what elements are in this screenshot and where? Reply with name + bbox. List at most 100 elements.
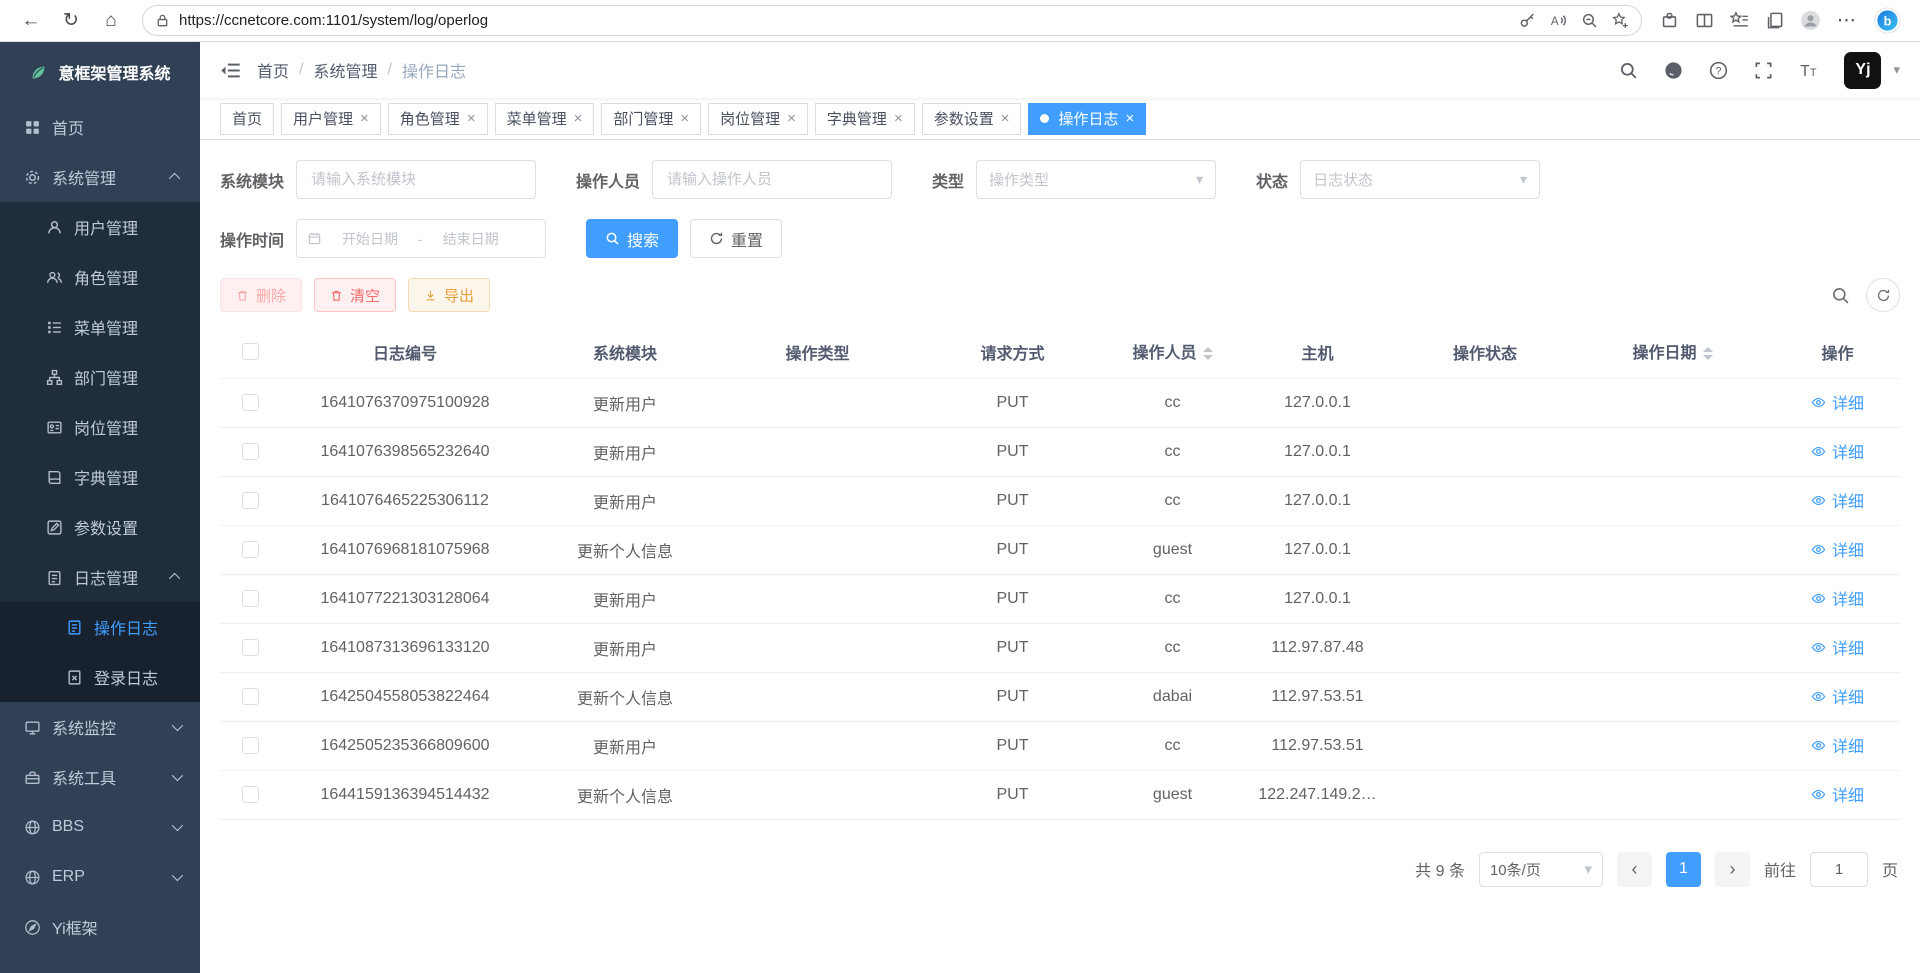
detail-link[interactable]: 详细 <box>1811 537 1864 561</box>
page-size-select[interactable]: 10条/页 ▾ <box>1479 852 1603 887</box>
tab-param-settings[interactable]: 参数设置× <box>922 103 1022 135</box>
search-icon[interactable] <box>1619 61 1638 80</box>
user-avatar[interactable]: Yj <box>1844 52 1881 89</box>
tab-user-mgmt[interactable]: 用户管理× <box>281 103 381 135</box>
export-button[interactable]: 导出 <box>408 278 490 312</box>
table-refresh-icon[interactable] <box>1866 278 1900 312</box>
row-checkbox[interactable] <box>242 590 259 607</box>
detail-link[interactable]: 详细 <box>1811 390 1864 414</box>
status-select[interactable]: 日志状态 ▾ <box>1300 160 1540 199</box>
sidebar-item-departments[interactable]: 部门管理 <box>0 352 200 402</box>
next-page-button[interactable]: › <box>1715 852 1750 887</box>
page-number-button[interactable]: 1 <box>1666 852 1701 887</box>
start-date-input[interactable] <box>328 231 412 247</box>
breadcrumb-home[interactable]: 首页 <box>257 58 289 82</box>
date-range-picker[interactable]: - <box>296 219 546 258</box>
sidebar-item-login-log[interactable]: 登录日志 <box>0 652 200 702</box>
row-checkbox[interactable] <box>242 639 259 656</box>
browser-menu-icon[interactable]: ⋯ <box>1837 9 1857 32</box>
tab-dept-mgmt[interactable]: 部门管理× <box>601 103 701 135</box>
tab-role-mgmt[interactable]: 角色管理× <box>388 103 488 135</box>
tab-close-icon[interactable]: × <box>1126 110 1135 127</box>
tab-close-icon[interactable]: × <box>894 110 903 127</box>
sidebar-item-parameters[interactable]: 参数设置 <box>0 502 200 552</box>
row-checkbox[interactable] <box>242 737 259 754</box>
tab-close-icon[interactable]: × <box>360 110 369 127</box>
tab-close-icon[interactable]: × <box>787 110 796 127</box>
tab-close-icon[interactable]: × <box>680 110 689 127</box>
detail-link[interactable]: 详细 <box>1811 684 1864 708</box>
help-icon[interactable]: ? <box>1709 61 1728 80</box>
sidebar-item-menus[interactable]: 菜单管理 <box>0 302 200 352</box>
detail-link[interactable]: 详细 <box>1811 586 1864 610</box>
clear-button[interactable]: 清空 <box>314 278 396 312</box>
detail-link[interactable]: 详细 <box>1811 635 1864 659</box>
back-icon[interactable]: ← <box>14 4 48 38</box>
table-search-icon[interactable] <box>1831 286 1850 305</box>
collections-icon[interactable] <box>1765 11 1784 30</box>
tab-operation-log[interactable]: 操作日志× <box>1028 103 1146 135</box>
search-button[interactable]: 搜索 <box>586 219 678 258</box>
sidebar-item-logs[interactable]: 日志管理 <box>0 552 200 602</box>
split-screen-icon[interactable] <box>1695 11 1714 30</box>
detail-link[interactable]: 详细 <box>1811 439 1864 463</box>
sidebar-item-tools[interactable]: 系统工具 <box>0 752 200 802</box>
sidebar-item-bbs[interactable]: BBS <box>0 802 200 852</box>
row-checkbox[interactable] <box>242 688 259 705</box>
sidebar-item-posts[interactable]: 岗位管理 <box>0 402 200 452</box>
password-key-icon[interactable] <box>1519 12 1536 29</box>
tab-home[interactable]: 首页 <box>220 103 274 135</box>
copilot-icon[interactable]: b <box>1873 6 1902 35</box>
address-bar[interactable]: https://ccnetcore.com:1101/system/log/op… <box>142 5 1642 36</box>
delete-button[interactable]: 删除 <box>220 278 302 312</box>
tab-dict-mgmt[interactable]: 字典管理× <box>815 103 915 135</box>
sort-icon[interactable] <box>1203 342 1213 365</box>
breadcrumb-section[interactable]: 系统管理 <box>313 58 377 82</box>
add-favorite-icon[interactable] <box>1612 12 1629 29</box>
header-date[interactable]: 操作日期 <box>1570 326 1775 378</box>
end-date-input[interactable] <box>429 231 513 247</box>
reset-button[interactable]: 重置 <box>690 219 782 258</box>
sidebar-item-roles[interactable]: 角色管理 <box>0 252 200 302</box>
row-checkbox[interactable] <box>242 541 259 558</box>
extensions-icon[interactable] <box>1660 11 1679 30</box>
font-size-icon[interactable]: TT <box>1799 61 1818 80</box>
row-checkbox[interactable] <box>242 394 259 411</box>
header-operator[interactable]: 操作人员 <box>1110 326 1235 378</box>
row-checkbox[interactable] <box>242 492 259 509</box>
tab-post-mgmt[interactable]: 岗位管理× <box>708 103 808 135</box>
goto-page-input[interactable] <box>1810 852 1868 887</box>
favorites-icon[interactable] <box>1730 11 1749 30</box>
home-icon[interactable]: ⌂ <box>94 4 128 38</box>
row-checkbox[interactable] <box>242 443 259 460</box>
select-all-checkbox[interactable] <box>242 343 259 360</box>
sidebar-item-home[interactable]: 首页 <box>0 102 200 152</box>
tab-close-icon[interactable]: × <box>574 110 583 127</box>
sidebar-item-yi-framework[interactable]: Yi框架 <box>0 902 200 952</box>
read-aloud-icon[interactable]: A <box>1550 12 1567 29</box>
operator-input[interactable] <box>652 160 892 199</box>
avatar-caret-icon[interactable]: ▾ <box>1893 62 1900 78</box>
type-select[interactable]: 操作类型 ▾ <box>976 160 1216 199</box>
detail-link[interactable]: 详细 <box>1811 733 1864 757</box>
tab-close-icon[interactable]: × <box>467 110 476 127</box>
tab-close-icon[interactable]: × <box>1001 110 1010 127</box>
tab-menu-mgmt[interactable]: 菜单管理× <box>495 103 595 135</box>
sidebar-item-dictionary[interactable]: 字典管理 <box>0 452 200 502</box>
detail-link[interactable]: 详细 <box>1811 782 1864 806</box>
sidebar-item-system[interactable]: 系统管理 <box>0 152 200 202</box>
app-logo[interactable]: 意框架管理系统 <box>0 42 200 102</box>
hamburger-icon[interactable] <box>220 60 241 81</box>
github-icon[interactable] <box>1664 61 1683 80</box>
profile-avatar-icon[interactable] <box>1800 10 1821 31</box>
sidebar-item-operation-log[interactable]: 操作日志 <box>0 602 200 652</box>
sort-icon[interactable] <box>1703 342 1713 365</box>
detail-link[interactable]: 详细 <box>1811 488 1864 512</box>
zoom-out-icon[interactable] <box>1581 12 1598 29</box>
refresh-icon[interactable]: ↻ <box>54 4 88 38</box>
sidebar-item-monitoring[interactable]: 系统监控 <box>0 702 200 752</box>
sidebar-item-users[interactable]: 用户管理 <box>0 202 200 252</box>
row-checkbox[interactable] <box>242 786 259 803</box>
fullscreen-icon[interactable] <box>1754 61 1773 80</box>
module-input[interactable] <box>296 160 536 199</box>
